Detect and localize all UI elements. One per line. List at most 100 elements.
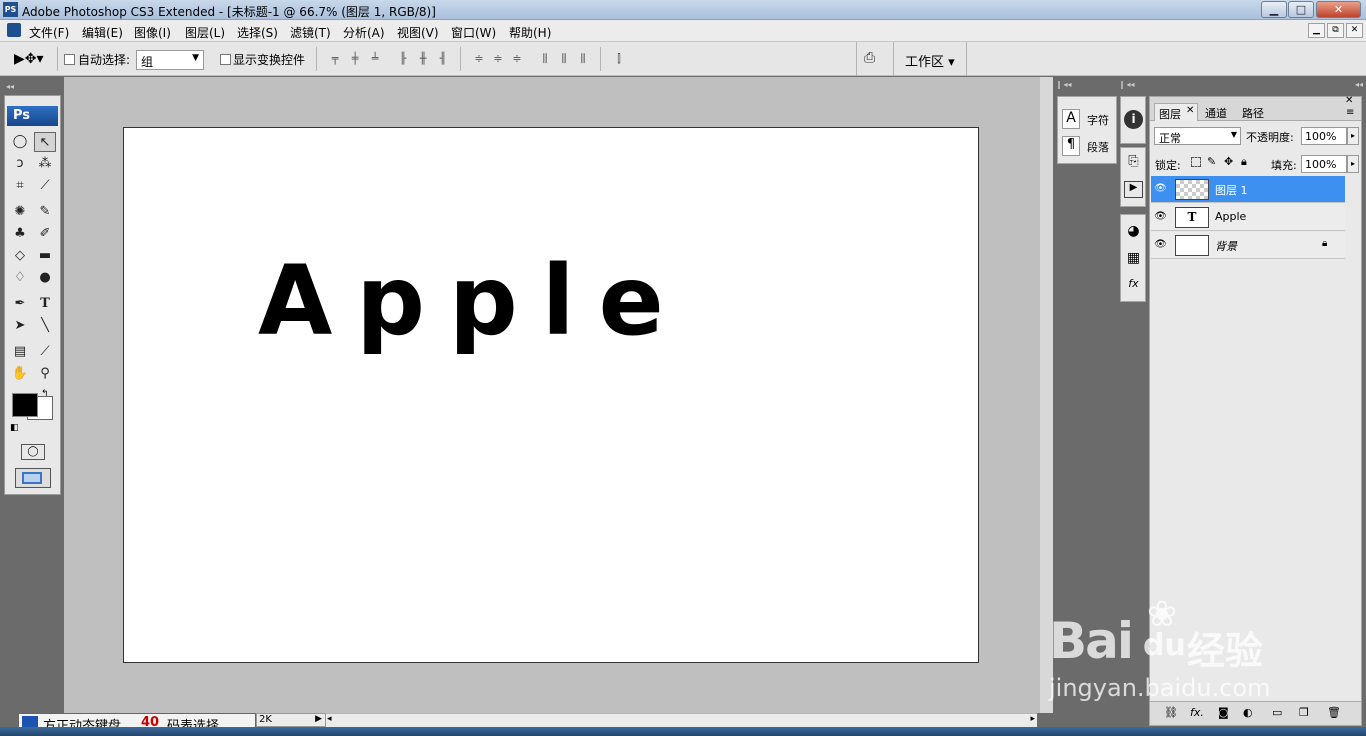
slice-tool-icon[interactable]: ⟋ [34, 176, 56, 196]
blur-tool-icon[interactable]: ♢ [9, 268, 31, 288]
collapse-icon[interactable]: ‖ ◂◂ [1057, 80, 1117, 92]
hand-tool-icon[interactable]: ✋ [9, 364, 31, 384]
character-panel-label[interactable]: 字符 [1087, 112, 1109, 128]
pen-tool-icon[interactable]: ✒ [9, 294, 31, 314]
screen-mode-icon[interactable] [15, 468, 51, 488]
distribute-left-icon[interactable]: ⫼ [538, 52, 552, 66]
opacity-slider-button[interactable]: ▸ [1347, 127, 1359, 145]
status-menu-icon[interactable]: ▶ [315, 714, 322, 724]
character-icon[interactable]: A [1062, 109, 1080, 129]
line-tool-icon[interactable]: ╲ [34, 316, 56, 336]
magic-wand-tool-icon[interactable]: ⁂ [34, 154, 56, 174]
notes-tool-icon[interactable]: ▤ [9, 342, 31, 362]
collapse-icon[interactable]: ‖ ◂◂ [1120, 80, 1150, 92]
default-colors-icon[interactable]: ◧ [10, 423, 19, 433]
lock-all-icon[interactable]: 🔒︎ [1241, 155, 1247, 169]
eye-icon[interactable]: 👁︎ [1154, 238, 1167, 251]
menu-window[interactable]: 窗口(W) [451, 24, 496, 41]
maximize-button[interactable]: □ [1288, 1, 1314, 18]
swap-colors-icon[interactable]: ↰ [41, 389, 49, 399]
layer-row-layer1[interactable]: 👁︎ 图层 1 [1151, 176, 1345, 203]
scroll-right-icon[interactable]: ▸ [1030, 714, 1035, 724]
doc-restore-button[interactable]: ⧉ [1327, 23, 1344, 38]
tab-layers[interactable]: 图层 ✕ [1154, 103, 1198, 121]
align-hcenter-icon[interactable]: ╫ [416, 52, 430, 66]
move-tool-icon[interactable]: ↖ [34, 132, 56, 152]
lock-transparency-icon[interactable] [1191, 157, 1201, 167]
menu-analysis[interactable]: 分析(A) [343, 24, 385, 41]
align-top-icon[interactable]: ╤ [328, 52, 342, 66]
lasso-tool-icon[interactable]: ↄ [9, 154, 31, 174]
fill-input[interactable]: 100% [1301, 155, 1347, 173]
distribute-vcenter-icon[interactable]: ≑ [491, 52, 505, 66]
menu-view[interactable]: 视图(V) [397, 24, 439, 41]
align-vcenter-icon[interactable]: ╪ [348, 52, 362, 66]
layer-row-background[interactable]: 👁︎ 背景 🔒︎ [1151, 232, 1345, 259]
brush-tool-icon[interactable]: ✎ [34, 202, 56, 222]
lock-pixels-icon[interactable]: ✎ [1207, 155, 1216, 168]
distribute-bottom-icon[interactable]: ≑ [510, 52, 524, 66]
menu-image[interactable]: 图像(I) [134, 24, 171, 41]
fill-slider-button[interactable]: ▸ [1347, 155, 1359, 173]
minimize-button[interactable]: ▁ [1261, 1, 1287, 18]
info-icon[interactable]: i [1124, 110, 1143, 129]
doc-close-button[interactable]: ✕ [1346, 23, 1363, 38]
clone-stamp-tool-icon[interactable]: ♣ [9, 224, 31, 244]
gradient-tool-icon[interactable]: ▬ [34, 246, 56, 266]
blend-mode-dropdown[interactable]: 正常 ▼ [1154, 127, 1241, 145]
styles-icon[interactable]: fx [1124, 277, 1143, 296]
menu-file[interactable]: 文件(F) [29, 24, 69, 41]
quick-mask-icon[interactable]: ◯ [21, 444, 45, 460]
align-left-icon[interactable]: ╟ [396, 52, 410, 66]
align-right-icon[interactable]: ╢ [436, 52, 450, 66]
swatches-icon[interactable]: ▦ [1124, 250, 1143, 269]
auto-select-dropdown[interactable]: 组 ▼ [136, 50, 204, 70]
close-button[interactable]: ✕ [1316, 1, 1361, 18]
history-brush-tool-icon[interactable]: ✐ [34, 224, 56, 244]
marquee-tool-icon[interactable]: ◯ [9, 132, 31, 152]
menu-layer[interactable]: 图层(L) [185, 24, 225, 41]
panel-menu-icon[interactable]: ≡ [1346, 107, 1354, 118]
distribute-hcenter-icon[interactable]: ⫼ [557, 52, 571, 66]
eye-icon[interactable]: 👁︎ [1154, 182, 1167, 195]
zoom-tool-icon[interactable]: ⚲ [34, 364, 56, 384]
doc-minimize-button[interactable]: ▁ [1308, 23, 1325, 38]
eyedropper-tool-icon[interactable]: ⟋ [34, 342, 56, 362]
collapse-icon[interactable]: ◂◂ [1153, 80, 1363, 92]
align-bottom-icon[interactable]: ╧ [368, 52, 382, 66]
horizontal-scrollbar[interactable]: ◂ ▸ [325, 713, 1037, 727]
menu-filter[interactable]: 滤镜(T) [290, 24, 331, 41]
scroll-left-icon[interactable]: ◂ [327, 714, 332, 724]
tab-channels[interactable]: 通道 [1205, 105, 1227, 121]
close-icon[interactable]: ✕ [1186, 105, 1194, 116]
collapse-icon[interactable]: ◂◂ [6, 82, 14, 91]
layer-row-apple[interactable]: 👁︎ T Apple [1151, 204, 1345, 231]
panel-close-icon[interactable]: ✕ [1345, 95, 1353, 106]
document-canvas[interactable]: Apple [123, 127, 979, 663]
menu-edit[interactable]: 编辑(E) [82, 24, 123, 41]
auto-align-icon[interactable]: ⫿ [612, 52, 626, 66]
healing-brush-tool-icon[interactable]: ✺ [9, 202, 31, 222]
move-tool-preset-icon[interactable]: ▶✥▾ [14, 51, 50, 69]
bridge-icon[interactable]: ⎙ [864, 50, 886, 68]
eraser-tool-icon[interactable]: ◇ [9, 246, 31, 266]
paragraph-icon[interactable]: ¶ [1062, 136, 1080, 156]
color-icon[interactable]: ◕ [1124, 223, 1143, 242]
actions-icon[interactable]: ▶ [1124, 181, 1143, 198]
tab-paths[interactable]: 路径 [1242, 105, 1264, 121]
type-tool-icon[interactable]: T [34, 294, 56, 314]
path-selection-tool-icon[interactable]: ➤ [9, 316, 31, 336]
distribute-right-icon[interactable]: ⫼ [576, 52, 590, 66]
menu-help[interactable]: 帮助(H) [509, 24, 551, 41]
eye-icon[interactable]: 👁︎ [1154, 210, 1167, 223]
auto-select-checkbox[interactable] [64, 54, 75, 65]
dodge-tool-icon[interactable]: ● [34, 268, 56, 288]
distribute-top-icon[interactable]: ≑ [472, 52, 486, 66]
menu-select[interactable]: 选择(S) [237, 24, 278, 41]
document-icon[interactable] [7, 23, 21, 37]
workspace-menu[interactable]: 工作区 ▾ [905, 51, 955, 70]
history-icon[interactable]: ⎘ [1124, 154, 1143, 173]
crop-tool-icon[interactable]: ⌗ [9, 176, 31, 196]
foreground-color-swatch[interactable] [12, 393, 38, 417]
paragraph-panel-label[interactable]: 段落 [1087, 139, 1109, 155]
